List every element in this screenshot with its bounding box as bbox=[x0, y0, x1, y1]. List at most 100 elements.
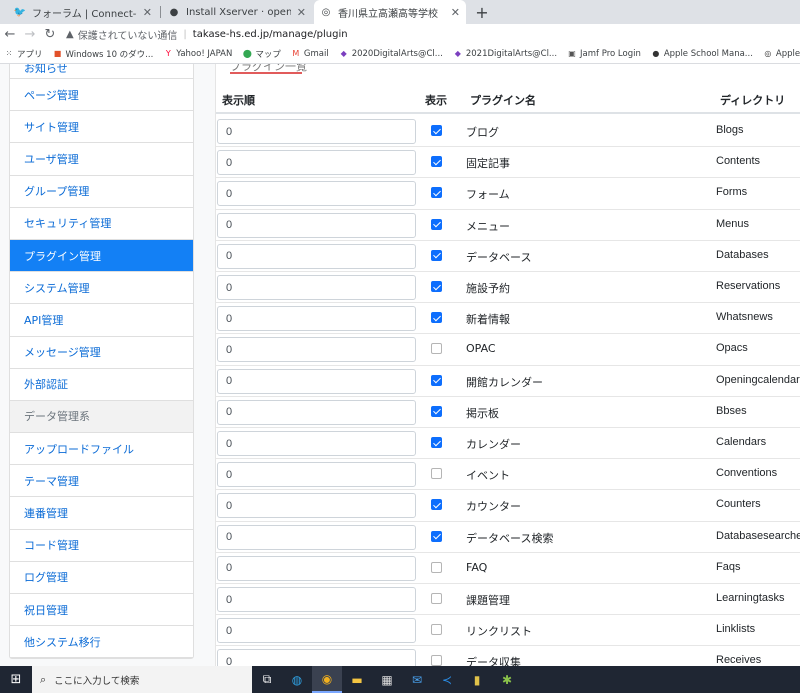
mail-icon[interactable]: ✉ bbox=[402, 666, 432, 693]
bookmark-2020digitalarts[interactable]: ◆ 2020DigitalArts@Cl... bbox=[339, 49, 443, 59]
address-divider: | bbox=[183, 28, 187, 40]
sidebar-item[interactable]: 外部認証 bbox=[10, 369, 193, 401]
table-row: 0 掲示板 Bbses bbox=[216, 397, 800, 428]
sidebar-item[interactable]: API管理 bbox=[10, 304, 193, 337]
display-checkbox[interactable] bbox=[431, 530, 442, 542]
display-checkbox[interactable] bbox=[431, 249, 442, 261]
display-order-input[interactable]: 0 bbox=[217, 275, 416, 300]
forward-button[interactable]: → bbox=[20, 27, 40, 42]
display-checkbox[interactable] bbox=[431, 624, 442, 636]
bookmark-apple-push[interactable]: ◎Apple Push Certific... bbox=[763, 49, 800, 59]
plugin-name: データベース検索 bbox=[466, 531, 554, 545]
windows-start-button[interactable]: ⊞ bbox=[0, 666, 32, 693]
display-checkbox[interactable] bbox=[431, 125, 442, 136]
display-checkbox[interactable] bbox=[431, 156, 442, 168]
browser-tab-1[interactable]: ● Install Xserver · opensource-work ✕ bbox=[162, 0, 312, 24]
display-order-input[interactable]: 0 bbox=[217, 150, 416, 176]
display-order-input[interactable]: 0 bbox=[217, 212, 416, 238]
sidebar-item[interactable]: ユーザ管理 bbox=[10, 143, 193, 176]
display-checkbox[interactable] bbox=[431, 374, 442, 386]
sidebar-item[interactable]: プラグイン管理 bbox=[10, 239, 193, 273]
plugin-name: 開館カレンダー bbox=[466, 375, 543, 389]
new-tab-button[interactable]: + bbox=[472, 2, 492, 22]
display-checkbox[interactable] bbox=[431, 593, 442, 604]
sidebar-item[interactable]: アップロードファイル bbox=[10, 433, 193, 466]
display-order-input[interactable]: 0 bbox=[217, 555, 416, 581]
sidebar-item[interactable]: 連番管理 bbox=[10, 497, 193, 530]
display-checkbox[interactable] bbox=[431, 499, 442, 511]
bookmark-yahoo[interactable]: Y Yahoo! JAPAN bbox=[163, 48, 233, 59]
bookmark-label: Apple Push Certific... bbox=[775, 48, 800, 59]
bookmark-apps[interactable]: ⁙ アプリ bbox=[4, 48, 43, 60]
bookmark-gmail[interactable]: M Gmail bbox=[291, 49, 328, 59]
bookmark-apple-school[interactable]: ● Apple School Mana... bbox=[651, 49, 753, 59]
sidebar-item[interactable]: セキュリティ管理 bbox=[10, 208, 193, 240]
task-view-icon[interactable]: ⧉ bbox=[252, 666, 282, 693]
display-order-input[interactable]: 0 bbox=[217, 618, 416, 644]
bookmark-jamf[interactable]: ▣ Jamf Pro Login bbox=[567, 49, 641, 59]
address-bar[interactable]: ▲ 保護されていない通信 | takase-hs.ed.jp/manage/pl… bbox=[66, 27, 348, 42]
bookmark-2021digitalarts[interactable]: ◆ 2021DigitalArts@Cl... bbox=[453, 49, 557, 59]
display-order-input[interactable]: 0 bbox=[217, 399, 416, 425]
display-checkbox[interactable] bbox=[431, 187, 442, 199]
bookmark-windows10[interactable]: ■ Windows 10 のダウ... bbox=[53, 48, 154, 60]
display-checkbox[interactable] bbox=[431, 561, 442, 573]
file-explorer-icon[interactable]: ▬ bbox=[342, 666, 372, 693]
close-tab-icon[interactable]: ✕ bbox=[451, 6, 460, 19]
sidebar-item[interactable]: システム管理 bbox=[10, 272, 193, 305]
display-order-input[interactable]: 0 bbox=[217, 431, 416, 456]
edge-icon[interactable]: ◍ bbox=[282, 666, 312, 693]
close-tab-icon[interactable]: ✕ bbox=[143, 6, 152, 19]
bookmark-maps[interactable]: ⬤ マップ bbox=[242, 48, 281, 60]
sidebar-item[interactable]: 他システム移行 bbox=[10, 626, 193, 659]
sidebar-item: データ管理系 bbox=[10, 400, 193, 434]
header-order: 表示順 bbox=[222, 94, 255, 107]
display-order-input[interactable]: 0 bbox=[217, 493, 416, 519]
sidebar-item[interactable]: 祝日管理 bbox=[10, 594, 193, 627]
browser-tab-0[interactable]: 🐦 フォーラム | Connect-CMS公式サイト ✕ bbox=[8, 0, 158, 24]
back-button[interactable]: ← bbox=[0, 27, 20, 42]
sidebar-item[interactable]: グループ管理 bbox=[10, 176, 193, 208]
map-pin-icon: ⬤ bbox=[242, 49, 252, 58]
sidebar-item[interactable]: テーマ管理 bbox=[10, 465, 193, 498]
table-header: 表示順 表示 プラグイン名 ディレクトリ bbox=[216, 84, 800, 114]
display-order-input[interactable]: 0 bbox=[217, 462, 416, 488]
sidebar-item[interactable]: ページ管理 bbox=[10, 79, 193, 112]
reload-button[interactable]: ↻ bbox=[40, 27, 60, 42]
display-order-input[interactable]: 0 bbox=[217, 306, 416, 332]
display-order-input[interactable]: 0 bbox=[217, 119, 416, 144]
bookmark-label: Yahoo! JAPAN bbox=[176, 48, 233, 59]
vscode-icon[interactable]: ≺ bbox=[432, 666, 462, 693]
display-order-input[interactable]: 0 bbox=[217, 524, 416, 550]
display-order-input[interactable]: 0 bbox=[217, 368, 416, 394]
app-icon[interactable]: ▮ bbox=[462, 666, 492, 693]
close-tab-icon[interactable]: ✕ bbox=[297, 6, 306, 19]
display-checkbox[interactable] bbox=[431, 655, 442, 666]
sidebar-item[interactable]: メッセージ管理 bbox=[10, 337, 193, 369]
sidebar-item[interactable]: ログ管理 bbox=[10, 562, 193, 594]
bookmark-label: Jamf Pro Login bbox=[580, 48, 641, 59]
sidebar-item[interactable]: お知らせ bbox=[10, 64, 193, 79]
bookmark-label: Apple School Mana... bbox=[663, 48, 753, 59]
display-checkbox[interactable] bbox=[431, 281, 442, 292]
display-checkbox[interactable] bbox=[431, 437, 442, 448]
display-order-input[interactable]: 0 bbox=[217, 337, 416, 363]
display-checkbox[interactable] bbox=[431, 405, 442, 417]
sidebar-item[interactable]: サイト管理 bbox=[10, 111, 193, 144]
store-icon[interactable]: ▦ bbox=[372, 666, 402, 693]
admin-sidebar-menu: お知らせ ページ管理 サイト管理 ユーザ管理 グループ管理 セキュリティ管理 プラグイン管理… bbox=[9, 64, 194, 660]
display-order-input[interactable]: 0 bbox=[217, 243, 416, 269]
display-checkbox[interactable] bbox=[431, 468, 442, 480]
display-checkbox[interactable] bbox=[431, 312, 442, 324]
browser-tab-2[interactable]: ◎ 香川県立高瀬高等学校 ✕ bbox=[314, 0, 466, 24]
display-checkbox[interactable] bbox=[431, 218, 442, 230]
display-order-input[interactable]: 0 bbox=[217, 181, 416, 207]
taskbar-search-box[interactable]: ⌕ ここに入力して検索 bbox=[32, 666, 252, 693]
table-row: 0 FAQ Faqs bbox=[216, 553, 800, 584]
display-checkbox[interactable] bbox=[431, 343, 442, 355]
display-order-input[interactable]: 0 bbox=[217, 649, 416, 666]
app2-icon[interactable]: ✱ bbox=[492, 666, 522, 693]
sidebar-item[interactable]: コード管理 bbox=[10, 530, 193, 562]
display-order-input[interactable]: 0 bbox=[217, 587, 416, 612]
chrome-icon[interactable]: ◉ bbox=[312, 666, 342, 693]
